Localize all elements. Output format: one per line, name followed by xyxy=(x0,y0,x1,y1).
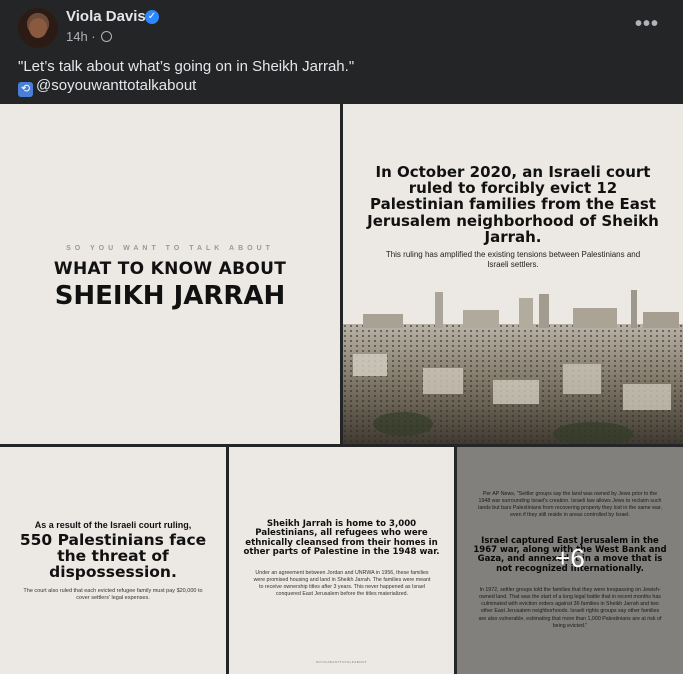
tile-footer-mark: SOYOUWANTTOTALKABOUT xyxy=(315,659,368,664)
tile-headline: Sheikh Jarrah is home to 3,000 Palestini… xyxy=(243,519,440,557)
photo-tile-2[interactable]: In October 2020, an Israeli court ruled … xyxy=(343,104,683,444)
post-header: Viola Davis ✓ 14h · ••• "Let’s talk abou… xyxy=(0,0,683,104)
city-photo xyxy=(343,290,683,444)
tile-kicker: SO YOU WANT TO TALK ABOUT xyxy=(66,245,274,252)
post-handle[interactable]: @soyouwanttotalkabout xyxy=(36,77,196,94)
tile-headline: In October 2020, an Israeli court ruled … xyxy=(367,163,659,246)
repost-icon: ⟲ xyxy=(18,82,33,97)
post-handle-line: ⟲ @soyouwanttotalkabout xyxy=(18,77,196,97)
more-options-button[interactable]: ••• xyxy=(635,13,659,36)
post-caption: "Let’s talk about what’s going on in She… xyxy=(18,58,355,75)
author-name[interactable]: Viola Davis xyxy=(66,8,146,25)
tile-small-text: Under an agreement between Jordan and UN… xyxy=(253,570,431,598)
tile-small-text: The court also ruled that each evicted r… xyxy=(23,588,203,602)
post-time[interactable]: 14h · xyxy=(66,29,96,44)
photo-tile-5[interactable]: Per AP News, "Settler groups say the lan… xyxy=(457,447,683,674)
more-photos-count[interactable]: +6 xyxy=(457,543,683,574)
photo-tile-3[interactable]: As a result of the Israeli court ruling,… xyxy=(0,447,226,674)
tile-title-line2: SHEIKH JARRAH xyxy=(54,281,286,311)
tile-headline: 550 Palestinians face the threat of disp… xyxy=(19,531,207,581)
photo-tile-1[interactable]: SO YOU WANT TO TALK ABOUT WHAT TO KNOW A… xyxy=(0,104,340,444)
author-avatar[interactable] xyxy=(18,8,58,48)
tile-title-line1: WHAT TO KNOW ABOUT xyxy=(53,259,287,279)
photo-tile-4[interactable]: Sheikh Jarrah is home to 3,000 Palestini… xyxy=(229,447,454,674)
tile-subtext: This ruling has amplified the existing t… xyxy=(385,250,641,270)
post-timestamp[interactable]: 14h · xyxy=(66,29,113,44)
verified-badge-icon: ✓ xyxy=(145,10,159,24)
tile-intro: As a result of the Israeli court ruling, xyxy=(34,520,192,530)
globe-icon xyxy=(101,31,113,42)
